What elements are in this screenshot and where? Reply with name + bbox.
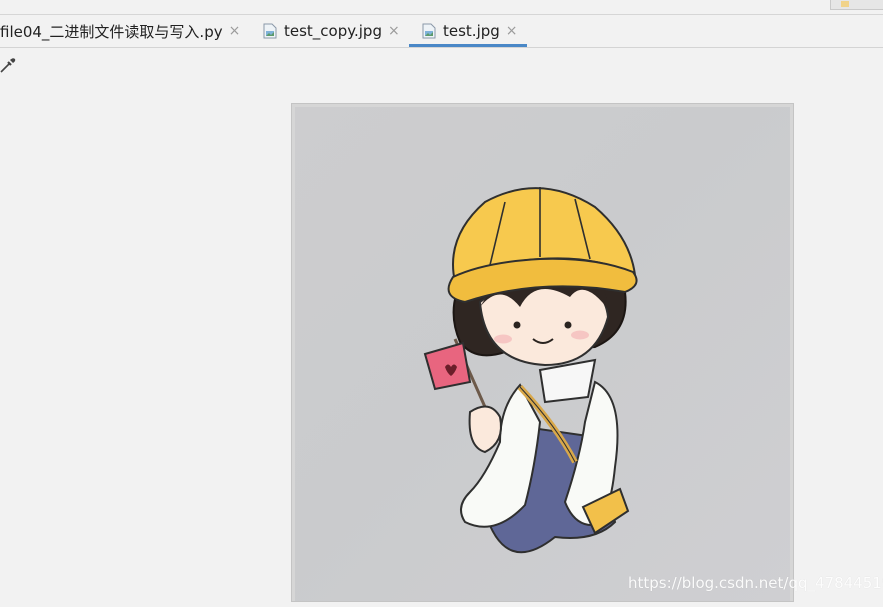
top-strip xyxy=(0,0,883,15)
tab-file04-py[interactable]: file04_二进制文件读取与写入.py × xyxy=(0,15,240,47)
image-canvas xyxy=(295,107,790,601)
close-icon[interactable]: × xyxy=(506,24,518,38)
close-icon[interactable]: × xyxy=(229,24,241,38)
image-file-icon xyxy=(422,23,436,39)
watermark-text: https://blog.csdn.net/qq_47844519 xyxy=(628,574,883,592)
tab-label: file04_二进制文件读取与写入.py xyxy=(0,22,223,41)
close-icon[interactable]: × xyxy=(388,24,400,38)
folder-icon xyxy=(841,1,849,7)
image-file-icon xyxy=(263,23,277,39)
tab-test-jpg[interactable]: test.jpg × xyxy=(409,15,527,47)
color-picker-icon[interactable] xyxy=(0,55,18,75)
tab-label: test_copy.jpg xyxy=(284,22,382,40)
cartoon-child-illustration xyxy=(423,187,638,554)
tab-test-copy-jpg[interactable]: test_copy.jpg × xyxy=(263,15,400,47)
tab-label: test.jpg xyxy=(443,22,500,40)
corner-widget[interactable] xyxy=(830,0,883,10)
image-viewer xyxy=(291,103,794,602)
editor-tab-bar: file04_二进制文件读取与写入.py × test_copy.jpg × t… xyxy=(0,15,883,48)
